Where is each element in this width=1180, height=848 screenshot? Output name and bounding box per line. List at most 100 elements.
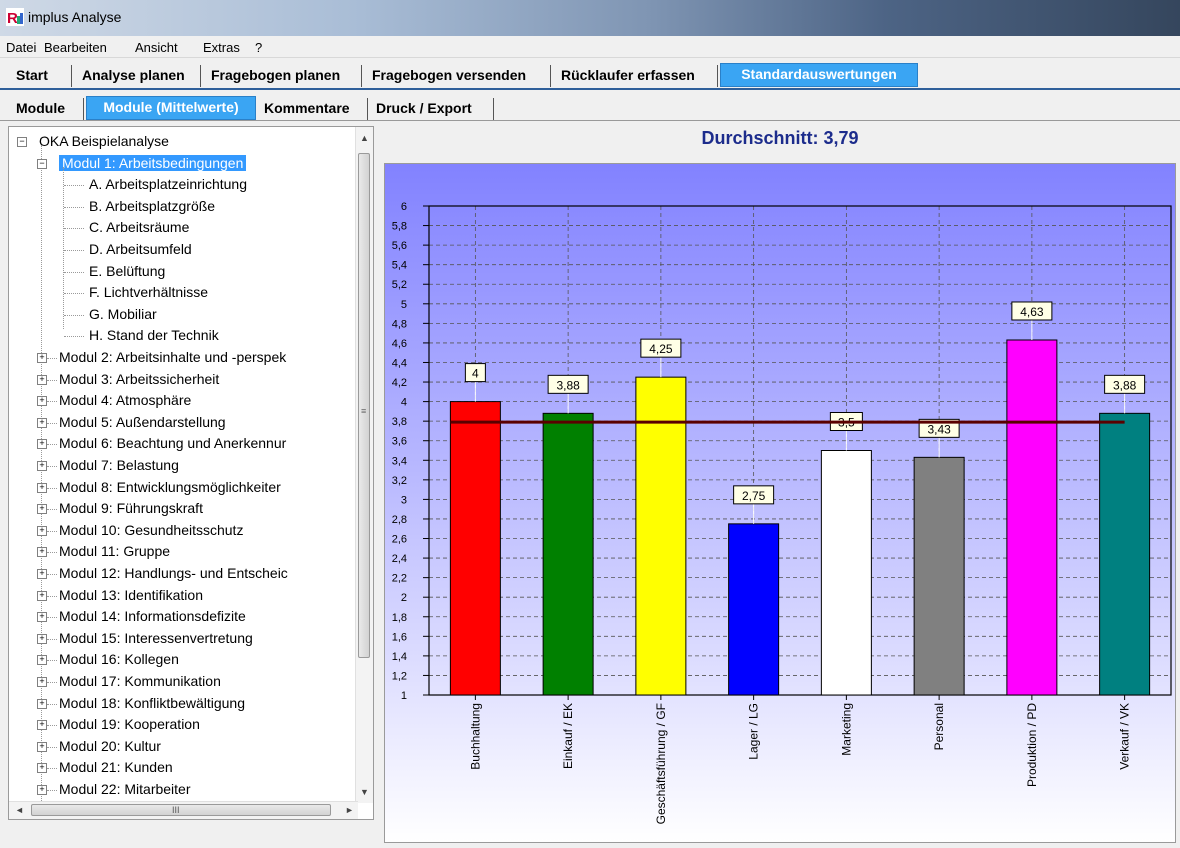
bar: [728, 523, 780, 696]
tree-item-module[interactable]: + Modul 2: Arbeitsinhalte und -perspek: [37, 347, 286, 368]
y-tick-label: 4,2: [392, 377, 407, 389]
expand-icon[interactable]: +: [37, 590, 47, 601]
menu-bearbeiten[interactable]: Bearbeiten: [44, 40, 107, 55]
tree-guide-line: [63, 166, 64, 329]
tree-item-module[interactable]: + Modul 22: Mitarbeiter: [37, 779, 191, 800]
tab-module-mittelwerte[interactable]: Module (Mittelwerte): [86, 96, 256, 120]
scroll-down-arrow-icon[interactable]: ▼: [360, 787, 369, 797]
tab-module[interactable]: Module: [10, 98, 84, 120]
tree-item-label: Modul 19: Kooperation: [59, 716, 200, 733]
tree-item-criterion[interactable]: F. Lichtverhältnisse: [89, 282, 208, 303]
tree-branch-line: [47, 746, 57, 748]
expand-icon[interactable]: +: [37, 461, 47, 471]
x-category-label: Personal: [932, 703, 946, 750]
tree-item-criterion[interactable]: C. Arbeitsräume: [89, 217, 189, 238]
y-tick-label: 5: [401, 299, 407, 311]
menu-extras[interactable]: Extras: [203, 40, 240, 55]
tree-item-label: Modul 14: Informationsdefizite: [59, 608, 246, 625]
y-tick-label: 3,2: [392, 475, 407, 487]
tree-branch-line: [64, 271, 84, 273]
tree-item-criterion[interactable]: D. Arbeitsumfeld: [89, 239, 192, 260]
module-tree[interactable]: − OKA Beispielanalyse − Modul 1: Arbeitsbed…: [8, 126, 374, 820]
tree-item-module[interactable]: + Modul 9: Führungskraft: [37, 498, 203, 519]
expand-icon[interactable]: +: [37, 720, 47, 731]
bar: [542, 412, 594, 696]
tab-start[interactable]: Start: [10, 65, 72, 87]
expand-icon[interactable]: +: [37, 741, 47, 752]
tab-analyse-planen[interactable]: Analyse planen: [76, 65, 201, 87]
expand-icon[interactable]: +: [37, 547, 47, 558]
tab-kommentare[interactable]: Kommentare: [258, 98, 368, 120]
menu-ansicht[interactable]: Ansicht: [135, 40, 178, 55]
tree-item-module[interactable]: + Modul 21: Kunden: [37, 757, 173, 778]
expand-icon[interactable]: +: [37, 504, 47, 515]
expand-icon[interactable]: +: [37, 785, 47, 795]
menu-datei[interactable]: Datei: [6, 40, 36, 55]
tree-item-module[interactable]: + Modul 14: Informationsdefizite: [37, 606, 246, 627]
expand-icon[interactable]: +: [37, 698, 47, 709]
tree-item-label: Modul 16: Kollegen: [59, 651, 179, 668]
bar: [820, 450, 872, 696]
tree-item-criterion[interactable]: A. Arbeitsplatzeinrichtung: [89, 174, 247, 195]
tab-fragebogen-versenden[interactable]: Fragebogen versenden: [366, 65, 551, 87]
tree-item-module[interactable]: + Modul 20: Kultur: [37, 736, 161, 757]
tree-branch-line: [47, 552, 57, 554]
tree-item-module[interactable]: + Modul 17: Kommunikation: [37, 671, 221, 692]
expand-icon[interactable]: +: [37, 525, 47, 536]
tree-item-module[interactable]: + Modul 7: Belastung: [37, 455, 179, 476]
expand-icon[interactable]: +: [37, 569, 47, 579]
collapse-icon[interactable]: −: [37, 158, 47, 169]
expand-icon[interactable]: +: [37, 655, 47, 666]
tab-druck-export[interactable]: Druck / Export: [370, 98, 494, 120]
menu-help[interactable]: ?: [255, 40, 262, 55]
tree-vertical-scrollbar[interactable]: ▲ ≡ ▼: [355, 127, 373, 803]
tree-horizontal-scrollbar[interactable]: ◄ III ►: [9, 801, 358, 819]
expand-icon[interactable]: +: [37, 677, 47, 687]
tab-fragebogen-planen[interactable]: Fragebogen planen: [205, 65, 362, 87]
expand-icon[interactable]: +: [37, 353, 47, 363]
tree-item-module[interactable]: + Modul 11: Gruppe: [37, 541, 170, 562]
tree-root[interactable]: − OKA Beispielanalyse: [17, 131, 169, 152]
tree-item-module[interactable]: + Modul 18: Konfliktbewältigung: [37, 693, 245, 714]
tree-item-module[interactable]: + Modul 16: Kollegen: [37, 649, 179, 670]
tree-item-module[interactable]: + Modul 6: Beachtung und Anerkennur: [37, 433, 286, 454]
tree-item-label: Modul 3: Arbeitssicherheit: [59, 370, 220, 387]
tree-item-module[interactable]: + Modul 15: Interessenvertretung: [37, 628, 253, 649]
y-tick-label: 1,6: [392, 631, 407, 643]
expand-icon[interactable]: +: [37, 396, 47, 407]
tree-item-module[interactable]: + Modul 12: Handlungs- und Entscheic: [37, 563, 288, 584]
tree-item-criterion[interactable]: G. Mobiliar: [89, 304, 157, 325]
tree-item-module[interactable]: + Modul 4: Atmosphäre: [37, 390, 191, 411]
tree-item-label: Modul 1: Arbeitsbedingungen: [59, 154, 247, 171]
tree-item-label: Modul 20: Kultur: [59, 737, 161, 754]
expand-icon[interactable]: +: [37, 612, 47, 623]
tree-item-module[interactable]: + Modul 3: Arbeitssicherheit: [37, 369, 219, 390]
tree-item-module[interactable]: + Modul 10: Gesundheitsschutz: [37, 520, 243, 541]
expand-icon[interactable]: +: [37, 374, 47, 385]
expand-icon[interactable]: +: [37, 417, 47, 428]
expand-icon[interactable]: +: [37, 439, 47, 450]
expand-icon[interactable]: +: [37, 633, 47, 644]
expand-icon[interactable]: +: [37, 763, 47, 774]
scroll-up-arrow-icon[interactable]: ▲: [360, 133, 369, 143]
scroll-left-arrow-icon[interactable]: ◄: [15, 805, 24, 815]
scroll-right-arrow-icon[interactable]: ►: [345, 805, 354, 815]
bar-chart: 1 1,2 1,4 1,6 1,8 2 2,2 2,4 2,6 2,8 3 3,2 3,4 3,6 3,8 4…: [392, 201, 1172, 824]
tree-item-selected-module[interactable]: − Modul 1: Arbeitsbedingungen: [37, 153, 247, 174]
horizontal-scroll-thumb[interactable]: III: [31, 804, 331, 816]
tree-item-criterion[interactable]: B. Arbeitsplatzgröße: [89, 196, 215, 217]
tab-standardauswertungen[interactable]: Standardauswertungen: [720, 63, 918, 87]
tree-item-criterion[interactable]: H. Stand der Technik: [89, 325, 219, 346]
app-logo-icon: R: [6, 8, 24, 26]
collapse-icon[interactable]: −: [17, 137, 27, 147]
expand-icon[interactable]: +: [37, 482, 47, 493]
tree-item-module[interactable]: + Modul 19: Kooperation: [37, 714, 200, 735]
vertical-scroll-thumb[interactable]: ≡: [358, 153, 370, 658]
chart-title: Durchschnitt: 3,79: [701, 128, 859, 148]
tree-item-module[interactable]: + Modul 8: Entwicklungsmöglichkeiter: [37, 477, 281, 498]
tab-ruecklaufer-erfassen[interactable]: Rücklaufer erfassen: [555, 65, 718, 87]
tree-item-module[interactable]: + Modul 13: Identifikation: [37, 585, 203, 606]
tree-item-criterion[interactable]: E. Belüftung: [89, 261, 165, 282]
tree-branch-line: [47, 660, 57, 662]
tree-item-module[interactable]: + Modul 5: Außendarstellung: [37, 412, 226, 433]
